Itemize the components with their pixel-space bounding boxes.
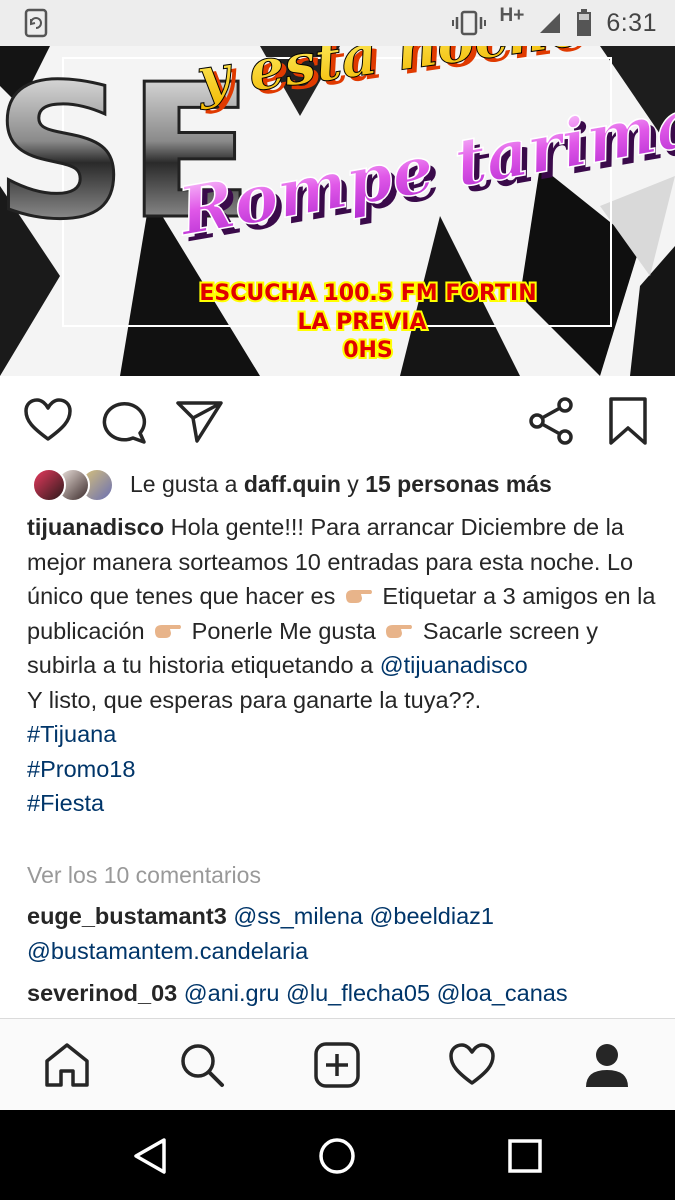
comment-username[interactable]: severinod_03 xyxy=(27,980,177,1006)
post-actions xyxy=(0,380,675,460)
pointing-hand-icon xyxy=(386,624,413,638)
svg-text:0HS: 0HS xyxy=(343,338,393,363)
send-icon[interactable] xyxy=(175,396,225,446)
pointing-hand-icon xyxy=(345,590,372,603)
liker-avatars xyxy=(28,464,118,504)
comment-item: euge_bustamant3 @ss_milena @beeldiaz1 @b… xyxy=(27,899,657,968)
svg-text:LA PREVIA: LA PREVIA xyxy=(297,310,426,335)
caption-mention[interactable]: @tijuanadisco xyxy=(380,652,528,678)
profile-icon[interactable] xyxy=(583,1041,631,1089)
share-icon[interactable] xyxy=(527,396,577,446)
likes-connector: y xyxy=(347,470,359,497)
post-image[interactable]: SE y esta noche y esta noche Rompe tarim… xyxy=(0,46,675,376)
svg-text:ESCUCHA 100.5 FM FORTIN: ESCUCHA 100.5 FM FORTIN xyxy=(199,281,536,306)
hashtag-link[interactable]: #Promo18 xyxy=(27,756,135,782)
clock: 6:31 xyxy=(606,8,657,37)
status-bar: H+ 6:31 xyxy=(0,0,675,46)
vibrate-icon xyxy=(451,10,486,36)
network-type: H+ xyxy=(499,5,525,26)
home-icon[interactable] xyxy=(43,1041,91,1089)
system-navigation-bar xyxy=(0,1110,675,1200)
search-icon[interactable] xyxy=(178,1041,226,1089)
hashtag-link[interactable]: #Tijuana xyxy=(27,721,116,747)
recents-icon[interactable] xyxy=(503,1134,547,1178)
add-post-icon[interactable] xyxy=(313,1041,361,1089)
post-caption: tijuanadisco Hola gente!!! Para arrancar… xyxy=(27,510,657,821)
comment-mentions[interactable]: @ani.gru @lu_flecha05 @loa_canas xyxy=(184,980,568,1006)
caption-closing: Y listo, que esperas para ganarte la tuy… xyxy=(27,686,482,713)
likes-prefix: Le gusta a xyxy=(130,470,238,497)
likes-text: Le gusta a daff.quin y 15 personas más xyxy=(130,471,552,498)
liker-username[interactable]: daff.quin xyxy=(244,471,341,497)
view-all-comments-link[interactable]: Ver los 10 comentarios xyxy=(27,862,261,889)
bookmark-icon[interactable] xyxy=(603,396,653,446)
comment-item: severinod_03 @ani.gru @lu_flecha05 @loa_… xyxy=(27,976,657,1011)
comment-username[interactable]: euge_bustamant3 xyxy=(27,903,227,929)
signal-icon xyxy=(540,13,561,33)
pointing-hand-icon xyxy=(155,624,182,638)
activity-heart-icon[interactable] xyxy=(448,1041,496,1089)
screen-rotation-icon xyxy=(24,8,48,38)
bottom-navigation xyxy=(0,1018,675,1110)
hashtag-link[interactable]: #Fiesta xyxy=(27,790,104,816)
back-icon[interactable] xyxy=(128,1134,172,1178)
caption-username[interactable]: tijuanadisco xyxy=(27,514,164,540)
promo-flyer: SE y esta noche y esta noche Rompe tarim… xyxy=(0,46,675,376)
caption-step-2: Ponerle Me gusta xyxy=(191,617,376,644)
home-circle-icon[interactable] xyxy=(315,1134,359,1178)
avatar xyxy=(32,468,66,502)
likes-count[interactable]: 15 personas más xyxy=(365,471,552,497)
comment-icon[interactable] xyxy=(100,396,150,446)
heart-icon[interactable] xyxy=(23,396,73,446)
likes-summary[interactable]: Le gusta a daff.quin y 15 personas más xyxy=(28,462,658,506)
battery-icon xyxy=(577,9,592,36)
